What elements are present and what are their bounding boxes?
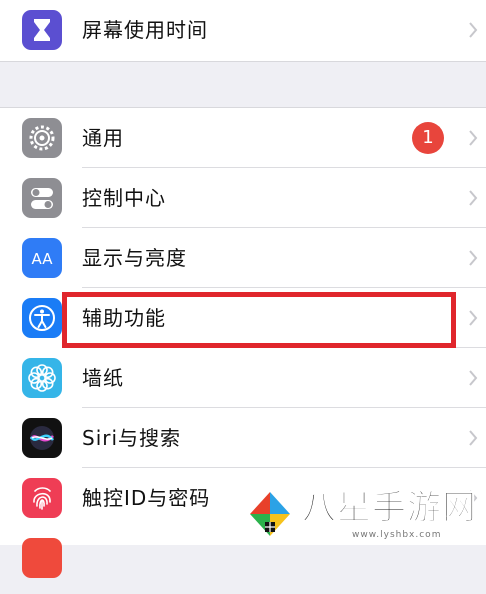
settings-row-label: 显示与亮度 [82,246,187,270]
settings-row-label: 屏幕使用时间 [82,18,208,42]
watermark-logo-icon [244,488,296,540]
chevron-right-icon [469,250,478,266]
settings-row-label: Siri与搜索 [82,426,182,450]
svg-text:AA: AA [32,250,54,268]
watermark-url: www.lyshbx.com [352,530,442,540]
gear-icon [22,118,62,158]
settings-row-label: 触控ID与密码 [82,486,211,510]
watermark-text: 八星手游网 [302,488,477,529]
settings-row-label: 墙纸 [82,366,124,390]
settings-row-label: 通用 [82,126,124,150]
notification-badge: 1 [412,122,444,154]
settings-row-control-center[interactable]: 控制中心 [0,168,486,228]
hourglass-icon [22,10,62,50]
settings-row-display[interactable]: AA 显示与亮度 [0,228,486,288]
toggles-icon [22,178,62,218]
fingerprint-icon [22,478,62,518]
settings-row-screen-time[interactable]: 屏幕使用时间 [0,0,486,60]
chevron-right-icon [469,430,478,446]
settings-row-general[interactable]: 通用 1 [0,108,486,168]
chevron-right-icon [469,130,478,146]
siri-icon [22,418,62,458]
emergency-sos-icon [22,538,62,578]
settings-row-siri[interactable]: Siri与搜索 [0,408,486,468]
chevron-right-icon [469,22,478,38]
flower-icon [22,358,62,398]
chevron-right-icon [469,370,478,386]
settings-group-top: 屏幕使用时间 [0,0,486,62]
chevron-right-icon [469,310,478,326]
accessibility-icon [22,298,62,338]
highlight-box [62,292,456,348]
text-size-icon: AA [22,238,62,278]
settings-row-wallpaper[interactable]: 墙纸 [0,348,486,408]
chevron-right-icon [469,190,478,206]
settings-row-label: 控制中心 [82,186,166,210]
